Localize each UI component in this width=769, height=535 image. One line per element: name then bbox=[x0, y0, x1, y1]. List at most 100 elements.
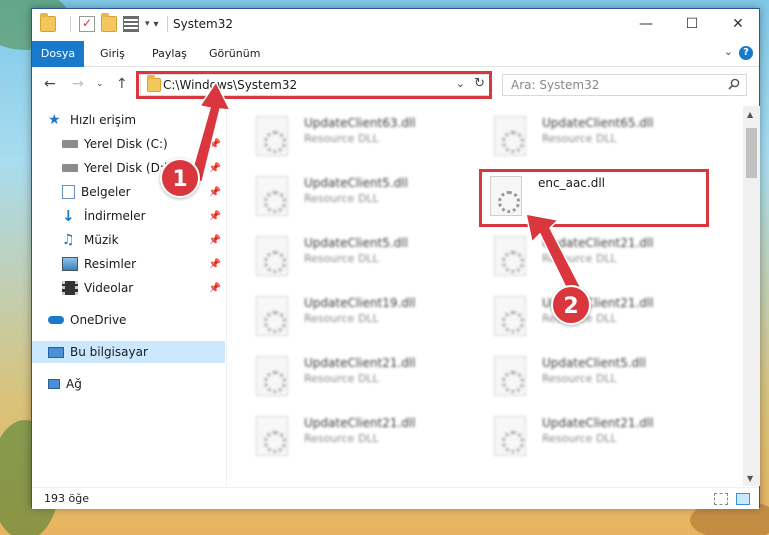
file-item[interactable]: UpdateClient5.dll Resource DLL bbox=[248, 232, 478, 288]
tab-dosya[interactable]: Dosya bbox=[32, 41, 84, 67]
recent-chevron-icon[interactable]: ⌄ bbox=[96, 79, 104, 89]
toolbar-separator bbox=[166, 16, 168, 32]
pin-icon[interactable]: 📌 bbox=[209, 283, 221, 294]
status-bar: 193 öğe bbox=[32, 487, 759, 509]
file-name: UpdateClient21.dll bbox=[304, 356, 416, 370]
file-name: UpdateClient63.dll bbox=[304, 116, 416, 130]
details-view-icon[interactable] bbox=[714, 493, 728, 505]
file-item[interactable]: UpdateClient21.dll Resource DLL bbox=[486, 232, 716, 288]
dll-file-icon bbox=[494, 236, 526, 276]
dll-file-icon bbox=[256, 236, 288, 276]
sidebar-item-videos[interactable]: Videolar 📌 bbox=[32, 277, 225, 299]
maximize-button[interactable]: ☐ bbox=[669, 9, 715, 39]
computer-icon bbox=[48, 346, 64, 358]
file-type: Resource DLL bbox=[304, 132, 379, 145]
pin-icon[interactable]: 📌 bbox=[209, 163, 221, 174]
tab-paylas[interactable]: Paylaş bbox=[140, 41, 199, 67]
help-icon[interactable]: ? bbox=[739, 46, 753, 60]
file-type: Resource DLL bbox=[304, 192, 379, 205]
videos-icon bbox=[62, 281, 78, 295]
customize-toolbar-icon[interactable]: ▾ bbox=[154, 19, 159, 30]
dll-file-icon bbox=[494, 296, 526, 336]
back-arrow-icon[interactable]: ← bbox=[44, 76, 56, 92]
sidebar-item-label: Resimler bbox=[84, 257, 137, 271]
cloud-icon bbox=[48, 316, 64, 324]
pin-icon[interactable]: 📌 bbox=[209, 139, 221, 150]
navigation-bar: ← → ⌄ ↑ C:\Windows\System32 ⌄ ↻ Ara: Sys… bbox=[32, 68, 759, 102]
sidebar-item-label: Yerel Disk (C:) bbox=[84, 137, 168, 151]
file-item[interactable]: UpdateClient21.dll Resource DLL bbox=[486, 412, 716, 468]
forward-arrow-icon[interactable]: → bbox=[72, 76, 84, 92]
file-highlight-box bbox=[479, 169, 709, 227]
tab-giris[interactable]: Giriş bbox=[88, 41, 137, 67]
search-icon bbox=[728, 78, 740, 90]
file-name: UpdateClient21.dll bbox=[542, 236, 654, 250]
large-icons-view-icon[interactable] bbox=[736, 493, 750, 505]
pin-icon[interactable]: 📌 bbox=[209, 259, 221, 270]
properties-check-icon[interactable]: ✓ bbox=[79, 16, 95, 32]
new-folder-icon[interactable] bbox=[101, 13, 117, 32]
sidebar-item-disk-c[interactable]: Yerel Disk (C:) 📌 bbox=[32, 133, 225, 155]
file-item[interactable]: UpdateClient5.dll Resource DLL bbox=[486, 352, 716, 408]
up-arrow-icon[interactable]: ↑ bbox=[116, 76, 128, 92]
file-name: UpdateClient19.dll bbox=[304, 296, 416, 310]
network-icon bbox=[48, 379, 60, 389]
explorer-window: ✓ ▾ ▾ System32 — ☐ ✕ Dosya Giriş Paylaş … bbox=[31, 8, 760, 509]
file-list: UpdateClient63.dll Resource DLL UpdateCl… bbox=[242, 106, 742, 486]
chevron-down-icon[interactable]: ▾ bbox=[145, 19, 150, 29]
navigation-pane: ★ Hızlı erişim Yerel Disk (C:) 📌 Yerel D… bbox=[32, 106, 226, 486]
sidebar-item-this-pc[interactable]: Bu bilgisayar bbox=[32, 341, 225, 363]
scrollbar-thumb[interactable] bbox=[746, 128, 757, 178]
quick-access-toolbar: ✓ ▾ ▾ bbox=[40, 13, 176, 32]
file-item[interactable]: UpdateClient21.dll Resource DLL bbox=[486, 292, 716, 348]
file-name: UpdateClient5.dll bbox=[304, 176, 408, 190]
dll-file-icon bbox=[256, 416, 288, 456]
sidebar-item-label: Yerel Disk (D:) bbox=[84, 161, 169, 175]
close-button[interactable]: ✕ bbox=[715, 9, 761, 39]
file-item[interactable]: UpdateClient19.dll Resource DLL bbox=[248, 292, 478, 348]
sidebar-item-quick-access[interactable]: ★ Hızlı erişim bbox=[32, 109, 225, 131]
file-item[interactable]: UpdateClient63.dll Resource DLL bbox=[248, 112, 478, 168]
pin-icon[interactable]: 📌 bbox=[209, 187, 221, 198]
tab-gorunum[interactable]: Görünüm bbox=[197, 41, 272, 67]
sidebar-item-label: OneDrive bbox=[70, 313, 127, 327]
title-bar: ✓ ▾ ▾ System32 — ☐ ✕ bbox=[32, 9, 759, 41]
item-count: 193 öğe bbox=[44, 492, 89, 505]
file-item[interactable]: UpdateClient5.dll Resource DLL bbox=[248, 172, 478, 228]
sidebar-item-music[interactable]: ♫ Müzik 📌 bbox=[32, 229, 225, 251]
download-icon: ↓ bbox=[62, 207, 75, 225]
file-item[interactable]: UpdateClient21.dll Resource DLL bbox=[248, 412, 478, 468]
file-item[interactable]: UpdateClient65.dll Resource DLL bbox=[486, 112, 716, 168]
dll-file-icon bbox=[256, 116, 288, 156]
properties-icon[interactable] bbox=[123, 16, 139, 32]
pane-divider bbox=[226, 106, 227, 486]
pictures-icon bbox=[62, 257, 78, 271]
pin-icon[interactable]: 📌 bbox=[209, 211, 221, 222]
search-input[interactable]: Ara: System32 bbox=[502, 74, 747, 96]
file-item[interactable]: UpdateClient21.dll Resource DLL bbox=[248, 352, 478, 408]
sidebar-item-label: Belgeler bbox=[81, 185, 131, 199]
scroll-down-icon[interactable]: ▼ bbox=[747, 474, 753, 483]
window-title: System32 bbox=[173, 17, 234, 31]
minimize-button[interactable]: — bbox=[623, 9, 669, 39]
search-placeholder: Ara: System32 bbox=[511, 78, 600, 92]
dll-file-icon bbox=[256, 296, 288, 336]
sidebar-item-label: Bu bilgisayar bbox=[70, 345, 148, 359]
drive-icon bbox=[62, 164, 78, 172]
sidebar-item-network[interactable]: Ağ bbox=[32, 373, 225, 395]
dll-file-icon bbox=[494, 116, 526, 156]
sidebar-item-downloads[interactable]: ↓ İndirmeler 📌 bbox=[32, 205, 225, 227]
drive-icon bbox=[62, 140, 78, 148]
file-type: Resource DLL bbox=[542, 132, 617, 145]
expand-ribbon-icon[interactable]: ⌄ bbox=[724, 45, 733, 58]
sidebar-item-label: Ağ bbox=[66, 377, 82, 391]
sidebar-item-onedrive[interactable]: OneDrive bbox=[32, 309, 225, 331]
sidebar-item-label: Hızlı erişim bbox=[70, 113, 137, 127]
ribbon: Dosya Giriş Paylaş Görünüm ⌄ ? bbox=[32, 41, 759, 67]
sidebar-item-pictures[interactable]: Resimler 📌 bbox=[32, 253, 225, 275]
scroll-up-icon[interactable]: ▲ bbox=[747, 110, 753, 119]
vertical-scrollbar[interactable]: ▲ ▼ bbox=[743, 106, 760, 486]
pin-icon[interactable]: 📌 bbox=[209, 235, 221, 246]
sidebar-item-label: Müzik bbox=[84, 233, 119, 247]
file-type: Resource DLL bbox=[304, 372, 379, 385]
